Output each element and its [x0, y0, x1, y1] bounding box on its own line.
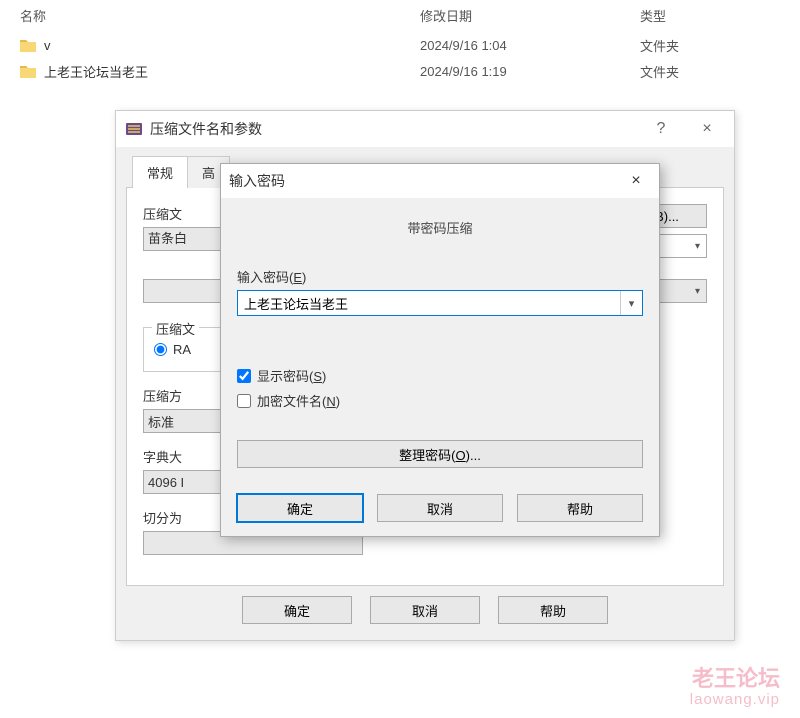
cancel-button[interactable]: 取消: [377, 494, 503, 522]
file-row[interactable]: 上老王论坛当老王 2024/9/16 1:19 文件夹: [0, 58, 800, 84]
dialog-buttons: 确定 取消 帮助: [126, 586, 724, 628]
cancel-button[interactable]: 取消: [370, 596, 480, 624]
help-button[interactable]: 帮助: [517, 494, 643, 522]
pwd-dialog-title: 输入密码: [229, 171, 621, 191]
close-button[interactable]: ×: [621, 172, 651, 190]
file-date: 2024/9/16 1:19: [420, 64, 640, 79]
ok-button[interactable]: 确定: [237, 494, 363, 522]
pwd-titlebar[interactable]: 输入密码 ×: [221, 164, 659, 198]
password-dialog: 输入密码 × 带密码压缩 输入密码(E) ▾ 显示密码(S) 加密文件名(N) …: [220, 163, 660, 537]
pwd-subtitle: 带密码压缩: [237, 218, 643, 237]
pwd-input-label: 输入密码(E): [237, 267, 643, 286]
file-type: 文件夹: [640, 62, 780, 81]
manage-passwords-button[interactable]: 整理密码(O)...: [237, 440, 643, 468]
file-name: v: [44, 38, 51, 53]
file-row[interactable]: v 2024/9/16 1:04 文件夹: [0, 32, 800, 58]
winrar-icon: [124, 119, 144, 139]
encrypt-names-checkbox[interactable]: 加密文件名(N): [237, 391, 643, 410]
pwd-dialog-buttons: 确定 取消 帮助: [221, 482, 659, 536]
radio-input[interactable]: [154, 343, 167, 356]
tab-general[interactable]: 常规: [132, 156, 188, 188]
watermark: 老王论坛 laowang.vip: [690, 667, 780, 708]
file-type: 文件夹: [640, 36, 780, 55]
chevron-down-icon[interactable]: ▾: [620, 291, 642, 315]
chevron-down-icon: ▾: [695, 286, 700, 297]
explorer-header: 名称 修改日期 类型: [0, 0, 800, 32]
help-button[interactable]: ?: [638, 113, 684, 145]
checkbox-input[interactable]: [237, 394, 251, 408]
folder-icon: [20, 38, 36, 52]
chevron-down-icon: ▾: [695, 241, 700, 252]
dialog-titlebar[interactable]: 压缩文件名和参数 ? ×: [116, 111, 734, 147]
password-combobox[interactable]: ▾: [237, 290, 643, 316]
show-password-checkbox[interactable]: 显示密码(S): [237, 366, 643, 385]
password-input[interactable]: [238, 292, 620, 314]
file-name: 上老王论坛当老王: [44, 62, 148, 81]
file-date: 2024/9/16 1:04: [420, 38, 640, 53]
checkbox-input[interactable]: [237, 369, 251, 383]
folder-icon: [20, 64, 36, 78]
col-header-date[interactable]: 修改日期: [420, 6, 640, 25]
col-header-type[interactable]: 类型: [640, 6, 780, 25]
ok-button[interactable]: 确定: [242, 596, 352, 624]
dialog-title: 压缩文件名和参数: [150, 119, 638, 139]
help-button[interactable]: 帮助: [498, 596, 608, 624]
close-button[interactable]: ×: [684, 113, 730, 145]
col-header-name[interactable]: 名称: [20, 6, 420, 25]
format-group-title: 压缩文: [152, 319, 199, 338]
